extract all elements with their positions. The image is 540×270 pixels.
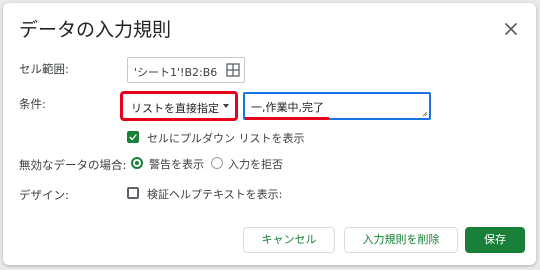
dialog-title: データの入力規則 bbox=[19, 19, 172, 41]
invalid-data-label: 無効なデータの場合: bbox=[19, 158, 127, 172]
design-label: デザイン: bbox=[19, 188, 69, 202]
radio-reject-input[interactable] bbox=[211, 157, 223, 169]
cancel-button[interactable]: キャンセル bbox=[243, 227, 335, 253]
range-input[interactable]: 'シート1'!B2:B6 bbox=[127, 57, 245, 83]
range-value: 'シート1'!B2:B6 bbox=[134, 66, 218, 79]
resize-handle-icon[interactable] bbox=[422, 111, 428, 117]
show-dropdown-checkbox[interactable] bbox=[127, 131, 139, 143]
range-label: セル範囲: bbox=[19, 62, 69, 76]
criteria-label: 条件: bbox=[19, 97, 46, 111]
highlight-underline bbox=[245, 117, 329, 120]
help-text-checkbox[interactable] bbox=[127, 187, 139, 199]
list-items-input[interactable]: 一,作業中,完了 bbox=[243, 92, 431, 120]
grid-select-icon[interactable] bbox=[226, 63, 240, 77]
help-text-label: 検証ヘルプテキストを表示: bbox=[147, 188, 283, 201]
show-dropdown-label: セルにプルダウン リストを表示 bbox=[147, 132, 305, 145]
list-items-value: 一,作業中,完了 bbox=[251, 101, 324, 114]
data-validation-dialog: データの入力規則 セル範囲: 'シート1'!B2:B6 条件: リストを直接指定… bbox=[3, 3, 536, 265]
check-icon bbox=[129, 134, 137, 141]
remove-rule-button[interactable]: 入力規則を削除 bbox=[344, 227, 458, 253]
radio-show-warning-label: 警告を表示 bbox=[149, 158, 204, 171]
radio-show-warning[interactable] bbox=[131, 157, 143, 169]
criteria-type-value: リストを直接指定 bbox=[131, 102, 219, 115]
radio-reject-input-label: 入力を拒否 bbox=[228, 158, 283, 171]
save-button[interactable]: 保存 bbox=[465, 227, 525, 253]
criteria-type-dropdown[interactable]: リストを直接指定 bbox=[120, 91, 238, 121]
close-icon[interactable] bbox=[499, 17, 523, 41]
chevron-down-icon bbox=[223, 104, 229, 108]
